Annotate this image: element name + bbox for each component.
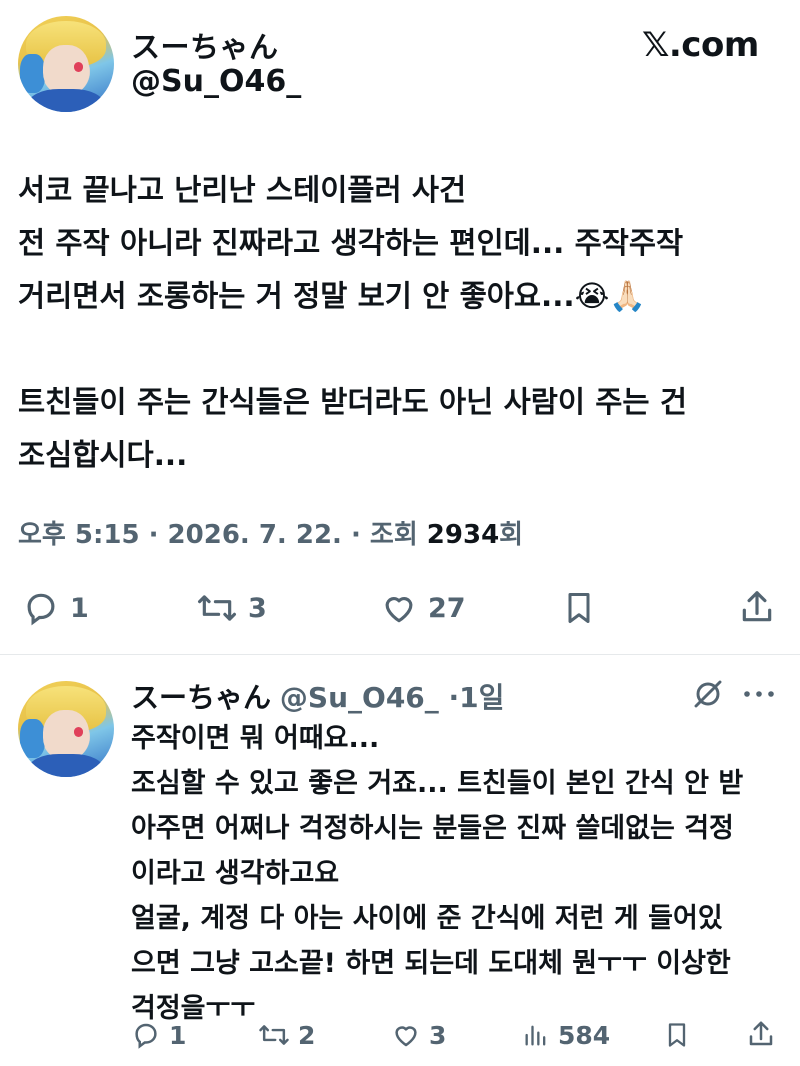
- heart-icon: [395, 1026, 417, 1047]
- tweet-timestamp[interactable]: 오후 5:15 · 2026. 7. 22. · 조회: [18, 520, 427, 550]
- tweet-line: 서코 끝나고 난리난 스테이플러 사건: [18, 173, 467, 207]
- reply-handle-time[interactable]: @Su_O46_ ·1일: [280, 681, 505, 714]
- reply-line: 으면 그냥 고소끝! 하면 되는데 도대체 뭔ㅜㅜ 이상한: [131, 948, 731, 979]
- reply-icon: [27, 593, 55, 626]
- view-count: 2934: [426, 520, 500, 550]
- tweet-meta: 오후 5:15 · 2026. 7. 22. · 조회 2934회: [18, 514, 523, 551]
- x-brand-logo: 𝕏.com: [642, 25, 759, 65]
- reply-retweet-count: 2: [298, 1020, 316, 1050]
- bookmark-button[interactable]: [561, 589, 597, 627]
- reply-button[interactable]: 1: [22, 589, 89, 627]
- reply-line: 얼굴, 계정 다 아는 사이에 준 간식에 저런 게 들어있: [131, 903, 723, 934]
- tweet-line: 조심합시다...: [18, 438, 188, 472]
- more-options-button[interactable]: [742, 686, 776, 705]
- retweet-icon: [259, 1025, 289, 1045]
- divider: [0, 654, 800, 655]
- reply-line: 이라고 생각하고요: [131, 858, 340, 889]
- author-handle[interactable]: @Su_O46_: [131, 64, 301, 99]
- reply-view-count: 584: [558, 1020, 611, 1050]
- reply-text: 주작이면 뭐 어때요... 조심할 수 있고 좋은 거죠... 트친들이 본인 …: [131, 716, 791, 1031]
- reply-line: 주작이면 뭐 어때요...: [131, 723, 380, 754]
- reply-bookmark-button[interactable]: [663, 1020, 691, 1050]
- reply-like-count: 3: [429, 1020, 447, 1050]
- like-button[interactable]: 27: [380, 589, 466, 627]
- retweet-button[interactable]: 3: [196, 589, 267, 627]
- share-button[interactable]: [738, 587, 776, 627]
- more-icon: [744, 691, 774, 697]
- grok-button[interactable]: [692, 678, 724, 714]
- tweet-text: 서코 끝나고 난리난 스테이플러 사건 전 주작 아니라 진짜라고 생각하는 편…: [18, 164, 788, 482]
- retweet-count: 3: [248, 592, 267, 624]
- share-icon: [742, 591, 772, 622]
- like-count: 27: [428, 592, 466, 624]
- author-display-name[interactable]: スーちゃん: [131, 24, 279, 66]
- retweet-icon: [197, 595, 236, 621]
- reply-like-button[interactable]: 3: [391, 1020, 446, 1050]
- view-count-suffix: 회: [499, 520, 524, 550]
- reply-share-button[interactable]: [746, 1018, 776, 1050]
- reply-icon: [135, 1023, 157, 1049]
- reply-author-avatar[interactable]: [18, 681, 114, 777]
- reply-line: 아주면 어쩌나 걱정하시는 분들은 진짜 쓸데없는 걱정: [131, 813, 734, 844]
- reply-line: 조심할 수 있고 좋은 거죠... 트친들이 본인 간식 안 받: [131, 768, 744, 799]
- tweet-line: 전 주작 아니라 진짜라고 생각하는 편인데... 주작주작: [18, 226, 684, 260]
- bookmark-icon: [568, 593, 590, 623]
- reply-retweet-button[interactable]: 2: [258, 1020, 315, 1050]
- author-avatar[interactable]: [18, 16, 114, 112]
- tweet-line: 트친들이 주는 간식들은 받더라도 아닌 사람이 주는 건: [18, 385, 687, 419]
- reply-action-bar: 1 2 3 584: [0, 1016, 800, 1062]
- reply-count: 1: [70, 592, 89, 624]
- bookmark-icon: [668, 1023, 686, 1047]
- reply-header: スーちゃん @Su_O46_ ·1일: [131, 676, 504, 716]
- heart-icon: [385, 597, 413, 623]
- reply-reply-count: 1: [169, 1020, 187, 1050]
- tweet-line: 거리면서 조롱하는 거 정말 보기 안 좋아요...😭🙏🏻: [18, 279, 646, 313]
- grok-icon: [694, 680, 722, 708]
- reply-reply-button[interactable]: 1: [131, 1020, 186, 1050]
- reply-display-name[interactable]: スーちゃん: [131, 681, 271, 714]
- reply-views-button[interactable]: 584: [522, 1020, 610, 1050]
- share-icon: [749, 1021, 773, 1046]
- views-icon: [525, 1025, 546, 1046]
- tweet-action-bar: 1 3 27: [0, 585, 800, 635]
